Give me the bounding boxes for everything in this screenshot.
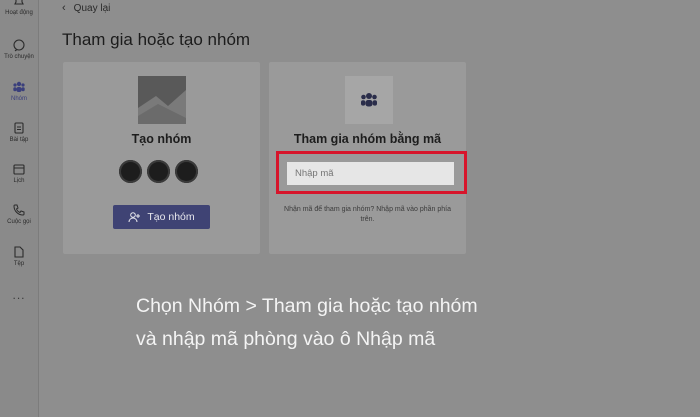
- back-label: Quay lại: [73, 2, 111, 14]
- back-button[interactable]: ‹ Quay lại: [62, 2, 110, 14]
- team-code-input[interactable]: [287, 162, 454, 185]
- sidebar-item-calls[interactable]: Cuộc gọi: [0, 203, 38, 226]
- join-team-card: Tham gia nhóm bằng mã Nhận mã để tham gi…: [269, 62, 467, 254]
- join-team-image: [345, 76, 393, 124]
- highlight-box: [276, 151, 467, 194]
- sidebar-item-label: Lịch: [13, 178, 25, 184]
- sidebar-item-label: Nhóm: [10, 96, 27, 102]
- join-team-title: Tham gia nhóm bằng mã: [293, 132, 442, 146]
- calendar-icon: [13, 164, 25, 175]
- sidebar-item-assignments[interactable]: Bài tập: [0, 121, 38, 144]
- avatar: [147, 160, 170, 183]
- caption-line: Chọn Nhóm > Tham gia hoặc tạo nhóm: [136, 295, 478, 317]
- chat-icon: [13, 39, 25, 52]
- caption-line: và nhập mã phòng vào ô Nhập mã: [136, 328, 436, 350]
- sidebar-item-teams[interactable]: Nhóm: [0, 80, 38, 103]
- join-help-text: Nhận mã để tham gia nhóm? Nhập mã vào ph…: [284, 206, 451, 223]
- teams-icon: [361, 93, 377, 107]
- bell-icon: [14, 0, 24, 5]
- avatar: [175, 160, 198, 183]
- sidebar-item-chat[interactable]: Trò chuyện: [0, 38, 38, 61]
- sidebar-item-label: Bài tập: [9, 137, 29, 143]
- teams-icon: [13, 81, 25, 92]
- phone-icon: [13, 204, 25, 216]
- chevron-left-icon: ‹: [62, 2, 66, 14]
- create-team-button-label: Tạo nhóm: [147, 211, 195, 223]
- instruction-caption: Chọn Nhóm > Tham gia hoặc tạo nhóm và nh…: [136, 290, 676, 356]
- assignment-icon: [14, 122, 24, 134]
- sidebar-item-files[interactable]: Tệp: [0, 245, 38, 268]
- create-team-image: [138, 76, 186, 124]
- page-title: Tham gia hoặc tạo nhóm: [62, 30, 251, 49]
- app-rail: Hoạt động Trò chuyện Nhóm Bài tập Lịch C…: [0, 0, 39, 417]
- create-team-title: Tạo nhóm: [131, 132, 192, 146]
- sidebar-item-calendar[interactable]: Lịch: [0, 162, 38, 185]
- sidebar-item-activity[interactable]: Hoạt động: [0, 0, 38, 17]
- add-people-icon: [128, 212, 141, 223]
- sidebar-item-label: Cuộc gọi: [7, 219, 31, 225]
- avatar-group: [119, 160, 198, 183]
- sidebar-item-label: Tệp: [13, 261, 25, 267]
- avatar: [119, 160, 142, 183]
- sidebar-item-label: Trò chuyện: [4, 54, 34, 60]
- create-team-button[interactable]: Tạo nhóm: [113, 205, 210, 229]
- file-icon: [14, 246, 24, 258]
- create-team-card[interactable]: Tạo nhóm Tạo nhóm: [63, 62, 260, 254]
- more-apps-button[interactable]: ...: [0, 288, 38, 302]
- sidebar-item-label: Hoạt động: [5, 10, 33, 16]
